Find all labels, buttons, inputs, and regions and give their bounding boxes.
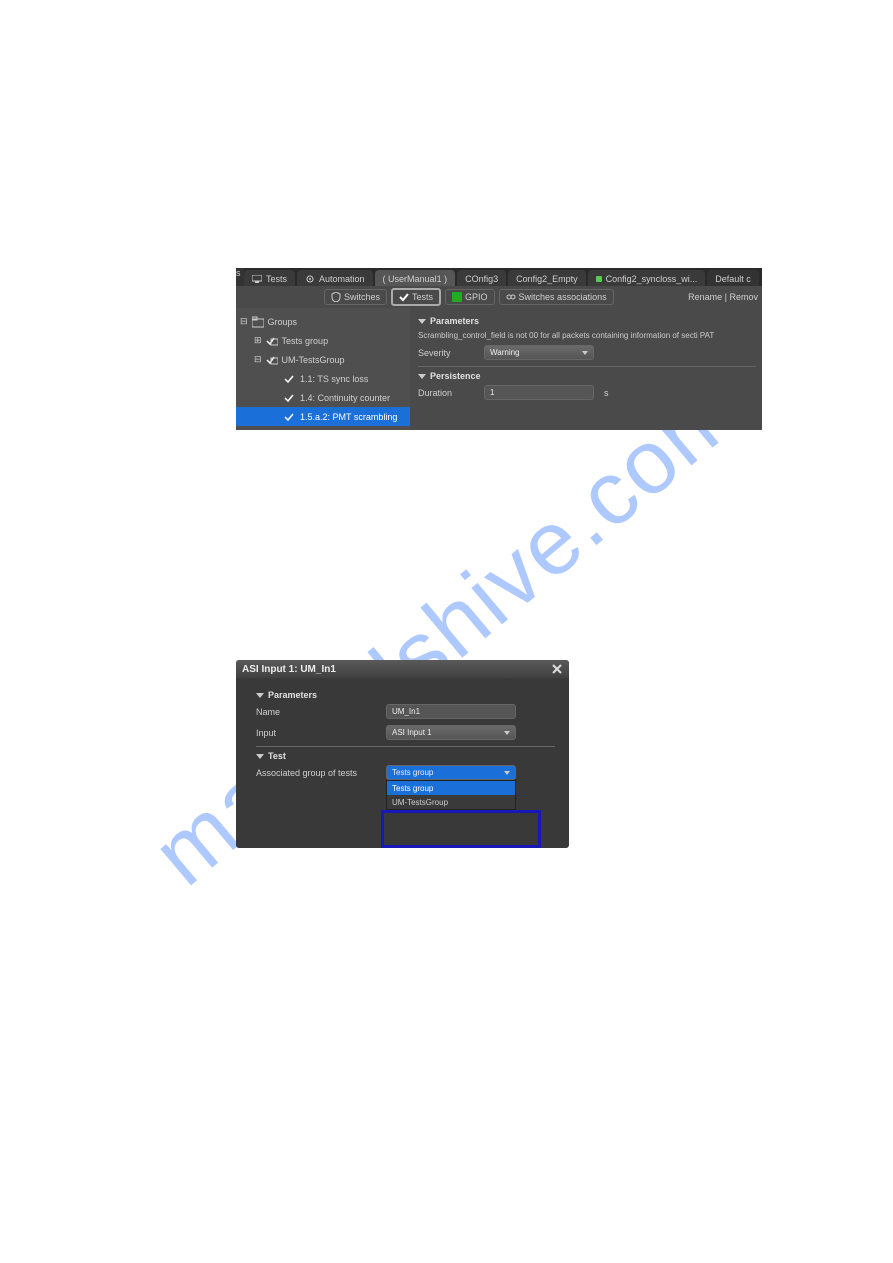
dropdown-options-list: Tests group UM-TestsGroup	[386, 780, 516, 810]
dialog-title: ASI Input 1: UM_In1	[242, 664, 336, 675]
tab-tests[interactable]: Tests	[244, 270, 295, 286]
tab-default[interactable]: Default c	[707, 270, 759, 286]
tab-label: Config2_Empty	[516, 274, 578, 284]
tab-automation[interactable]: Automation	[297, 270, 373, 286]
link-icon	[506, 292, 516, 302]
tree-label: UM-TestsGroup	[282, 355, 345, 365]
collapse-icon	[256, 693, 264, 698]
rename-remove-link[interactable]: Rename | Remov	[688, 292, 758, 302]
input-value: 1	[490, 388, 494, 397]
check-icon	[399, 292, 409, 302]
config-tabbar: s Tests Automation ( UserManual1 ) COnfi…	[236, 268, 762, 286]
tree-group-umtestsgroup[interactable]: ⊟ UM-TestsGroup	[236, 350, 410, 369]
tab-label: COnfig3	[465, 274, 498, 284]
dropdown-option-umtestsgroup[interactable]: UM-TestsGroup	[387, 795, 515, 809]
test-details-panel: Parameters Scrambling_control_field is n…	[410, 308, 762, 430]
screenshot-config-panel: s Tests Automation ( UserManual1 ) COnfi…	[236, 268, 762, 430]
status-dot-icon	[596, 276, 602, 282]
gpio-icon	[452, 292, 462, 302]
name-label: Name	[256, 707, 376, 717]
persistence-header[interactable]: Persistence	[418, 371, 756, 381]
tab-config2-syncloss[interactable]: Config2_syncloss_wi...	[588, 270, 706, 286]
chevron-down-icon	[582, 351, 588, 355]
input-label: Input	[256, 728, 376, 738]
header-label: Parameters	[430, 316, 479, 326]
tree-test-ts-sync-loss[interactable]: 1.1: TS sync loss	[236, 369, 410, 388]
divider	[418, 366, 756, 367]
tab-label: Config2_syncloss_wi...	[606, 274, 698, 284]
chevron-down-icon	[504, 771, 510, 775]
severity-label: Severity	[418, 348, 474, 358]
name-input[interactable]: UM_In1	[386, 704, 516, 719]
check-folder-icon	[266, 335, 278, 347]
associated-group-label: Associated group of tests	[256, 768, 376, 778]
dropdown-value: Warning	[490, 348, 520, 357]
monitor-icon	[252, 275, 262, 283]
tab-stub: s	[236, 268, 244, 286]
dialog-titlebar: ASI Input 1: UM_In1	[236, 660, 569, 678]
check-folder-icon	[266, 354, 278, 366]
close-icon	[551, 663, 563, 675]
collapse-icon	[418, 319, 426, 324]
tab-label: Automation	[319, 274, 365, 284]
severity-dropdown[interactable]: Warning	[484, 345, 594, 360]
duration-label: Duration	[418, 388, 474, 398]
header-label: Parameters	[268, 690, 317, 700]
dropdown-value: Tests group	[392, 768, 433, 777]
duration-unit: s	[604, 388, 609, 398]
annotation-highlight-box	[381, 810, 541, 848]
minus-icon: ⊟	[240, 316, 248, 327]
button-label: Switches associations	[519, 292, 607, 302]
close-button[interactable]	[551, 663, 563, 675]
folder-icon	[252, 316, 264, 328]
tree-root-groups[interactable]: ⊟ Groups	[236, 312, 410, 331]
tab-label: Tests	[266, 274, 287, 284]
tab-usermanual1[interactable]: ( UserManual1 )	[375, 270, 456, 286]
tests-tree: ⊟ Groups ⊞ Tests group ⊟ UM-TestsGroup 1…	[236, 308, 410, 430]
duration-input[interactable]: 1	[484, 385, 594, 400]
toolbar-gpio-button[interactable]: GPIO	[445, 289, 495, 305]
collapse-icon	[418, 374, 426, 379]
tree-label: 1.1: TS sync loss	[300, 374, 368, 384]
test-header[interactable]: Test	[256, 751, 555, 761]
input-dropdown[interactable]: ASI Input 1	[386, 725, 516, 740]
dropdown-value: ASI Input 1	[392, 728, 432, 737]
button-label: Switches	[344, 292, 380, 302]
gear-icon	[305, 274, 315, 284]
input-value: UM_In1	[392, 707, 420, 716]
header-label: Test	[268, 751, 286, 761]
check-icon	[284, 411, 296, 423]
plus-icon: ⊞	[254, 335, 262, 346]
parameters-header[interactable]: Parameters	[256, 690, 555, 700]
chevron-down-icon	[504, 731, 510, 735]
tab-label: ( UserManual1 )	[383, 274, 448, 284]
collapse-icon	[256, 754, 264, 759]
button-label: Tests	[412, 292, 433, 302]
tab-config3[interactable]: COnfig3	[457, 270, 506, 286]
tree-label: Groups	[268, 317, 298, 327]
toolbar-tests-button[interactable]: Tests	[391, 288, 441, 306]
tree-test-continuity-counter[interactable]: 1.4: Continuity counter	[236, 388, 410, 407]
header-label: Persistence	[430, 371, 481, 381]
parameters-header[interactable]: Parameters	[418, 316, 756, 326]
button-label: GPIO	[465, 292, 488, 302]
test-description: Scrambling_control_field is not 00 for a…	[418, 330, 756, 341]
tree-group-testsgroup[interactable]: ⊞ Tests group	[236, 331, 410, 350]
divider	[256, 746, 555, 747]
check-icon	[284, 392, 296, 404]
check-icon	[284, 373, 296, 385]
dropdown-option-testsgroup[interactable]: Tests group	[387, 781, 515, 795]
tab-config2-empty[interactable]: Config2_Empty	[508, 270, 586, 286]
associated-group-dropdown[interactable]: Tests group	[386, 765, 516, 780]
shield-icon	[331, 292, 341, 302]
minus-icon: ⊟	[254, 354, 262, 365]
tree-label: 1.5.a.2: PMT scrambling	[300, 412, 397, 422]
toolbar-switches-button[interactable]: Switches	[324, 289, 387, 305]
toolbar-assoc-button[interactable]: Switches associations	[499, 289, 614, 305]
config-toolbar: Switches Tests GPIO Switches association…	[236, 286, 762, 308]
tree-label: Tests group	[282, 336, 329, 346]
tree-test-pmt-scrambling[interactable]: 1.5.a.2: PMT scrambling	[236, 407, 410, 426]
tree-label: 1.4: Continuity counter	[300, 393, 390, 403]
tab-label: Default c	[715, 274, 751, 284]
